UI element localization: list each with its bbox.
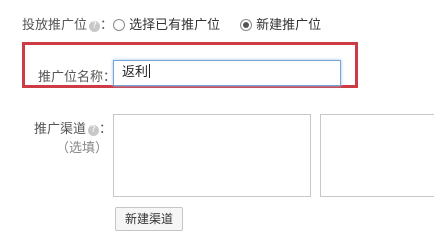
radio-button-existing[interactable]	[113, 19, 125, 31]
placement-colon: ：	[100, 18, 114, 33]
placement-name-input[interactable]: 返利	[113, 60, 341, 86]
new-channel-button[interactable]: 新建渠道	[115, 207, 183, 231]
placement-row: 投放推广位?：	[22, 14, 113, 33]
channel-label: 推广渠道	[34, 122, 87, 137]
radio-option-new[interactable]: 新建推广位	[240, 14, 321, 33]
channel-optional-hint: （选填）	[56, 141, 109, 156]
placement-label: 投放推广位	[22, 18, 88, 33]
channel-label-row: 推广渠道?：	[34, 118, 112, 137]
radio-label-new: 新建推广位	[256, 18, 322, 33]
radio-button-new[interactable]	[240, 19, 252, 31]
channel-list-left[interactable]	[113, 114, 311, 197]
channel-list-right[interactable]	[320, 114, 434, 197]
channel-colon: ：	[99, 122, 113, 137]
text-caret	[149, 64, 151, 78]
placement-name-value: 返利	[122, 65, 149, 80]
radio-label-existing: 选择已有推广位	[129, 18, 221, 33]
radio-option-existing[interactable]: 选择已有推广位	[113, 14, 220, 33]
help-icon[interactable]: ?	[88, 125, 100, 136]
help-icon[interactable]: ?	[89, 21, 101, 32]
placement-name-label: 推广位名称：	[38, 70, 117, 85]
